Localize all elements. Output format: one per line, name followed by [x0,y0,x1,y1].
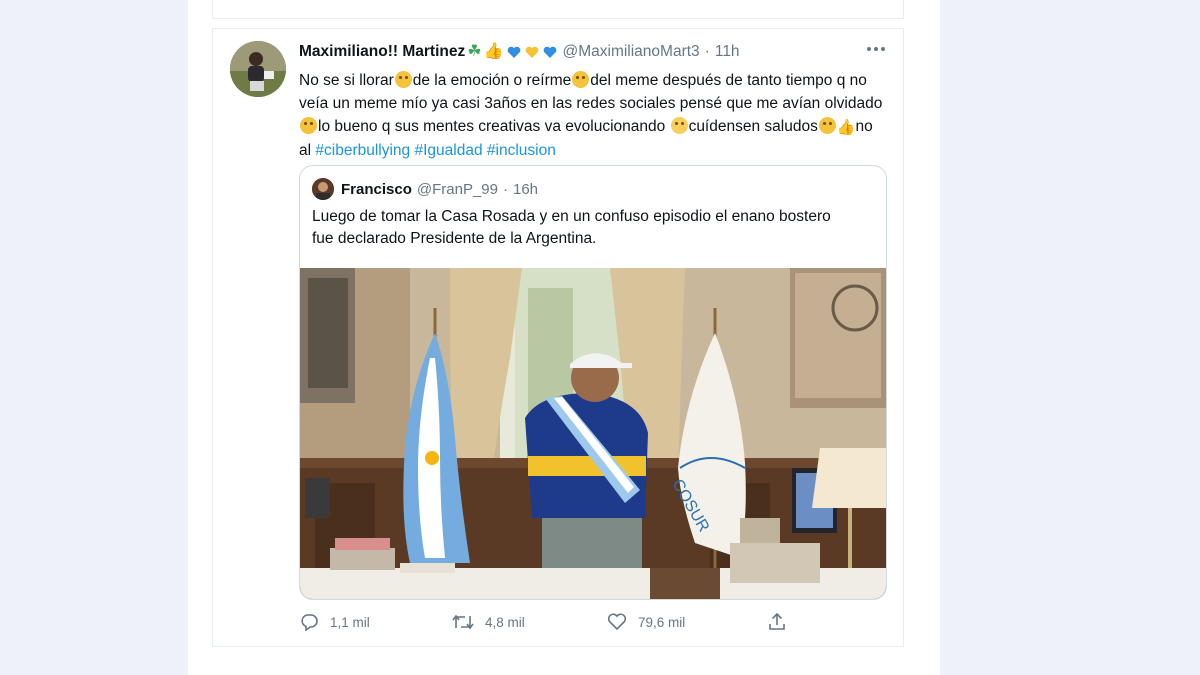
avatar-photo [230,41,286,97]
text-segment: lo bueno q sus mentes creativas va evolu… [318,118,666,135]
clapping-hands-icon [670,117,688,134]
heart-icon [607,613,627,631]
quoted-author-name: Francisco [341,180,412,198]
quoted-author-handle: @FranP_99 [416,180,498,198]
quoted-header: Francisco @FranP_99 · 16h [300,166,886,200]
grinning-face-icon [300,117,317,134]
previous-tweet-card [212,0,904,19]
reply-count: 1,1 mil [330,614,370,630]
like-button[interactable]: 79,6 mil [607,613,685,631]
shamrock-icon: ☘ [467,43,482,60]
text-segment: de la emoción o reírme [412,72,572,89]
author-avatar[interactable] [230,41,286,97]
text-segment: cuídensen saludos [688,118,818,135]
grinning-face-icon [572,71,590,88]
hashtag-link[interactable]: #ciberbullying [315,142,410,159]
hashtag-link[interactable]: #Igualdad [414,142,482,159]
quoted-avatar-photo [312,178,334,200]
crying-face-icon [394,71,412,88]
tweet-actions: 1,1 mil 4,8 mil 79,6 mil [299,611,799,633]
separator-dot: · [704,43,710,60]
thumbs-up-icon: 👍 [483,43,504,60]
blue-heart-icon [508,46,521,58]
separator-dot: · [502,180,508,198]
quoted-text: Luego de tomar la Casa Rosada y en un co… [312,208,831,247]
tweet-card[interactable]: Maximiliano!! Martinez ☘ 👍 @MaximilianoM… [212,28,904,647]
blue-heart-icon [544,46,557,58]
kissing-face-icon [818,117,836,134]
share-icon [769,612,785,630]
like-count: 79,6 mil [638,614,686,630]
text-segment: No se si llorar [299,72,394,89]
tweet-header: Maximiliano!! Martinez ☘ 👍 @MaximilianoM… [299,41,889,63]
quoted-tweet[interactable]: Francisco @FranP_99 · 16h Luego de tomar… [299,165,887,600]
tweet-time[interactable]: 11h [715,43,740,61]
hashtag-link[interactable]: #inclusion [487,142,556,159]
retweet-count: 4,8 mil [485,614,525,630]
quoted-image[interactable]: COSUR [300,268,886,599]
thumbs-up-icon: 👍 [836,119,856,136]
reply-icon [301,614,318,631]
yellow-heart-icon [526,46,539,58]
tweet-text: No se si llorar de la emoción o reírme del… [299,69,884,162]
tweet-content: Maximiliano!! Martinez ☘ 👍 @MaximilianoM… [299,41,889,162]
author-handle[interactable]: @MaximilianoMart3 [562,43,699,61]
share-button[interactable] [767,612,798,632]
retweet-icon [452,614,474,630]
retweet-button[interactable]: 4,8 mil [452,613,525,631]
quoted-author-avatar [312,178,334,200]
more-options-icon[interactable] [865,45,887,53]
author-name[interactable]: Maximiliano!! Martinez [299,43,465,61]
reply-button[interactable]: 1,1 mil [299,613,370,631]
quoted-time: 16h [512,180,539,198]
